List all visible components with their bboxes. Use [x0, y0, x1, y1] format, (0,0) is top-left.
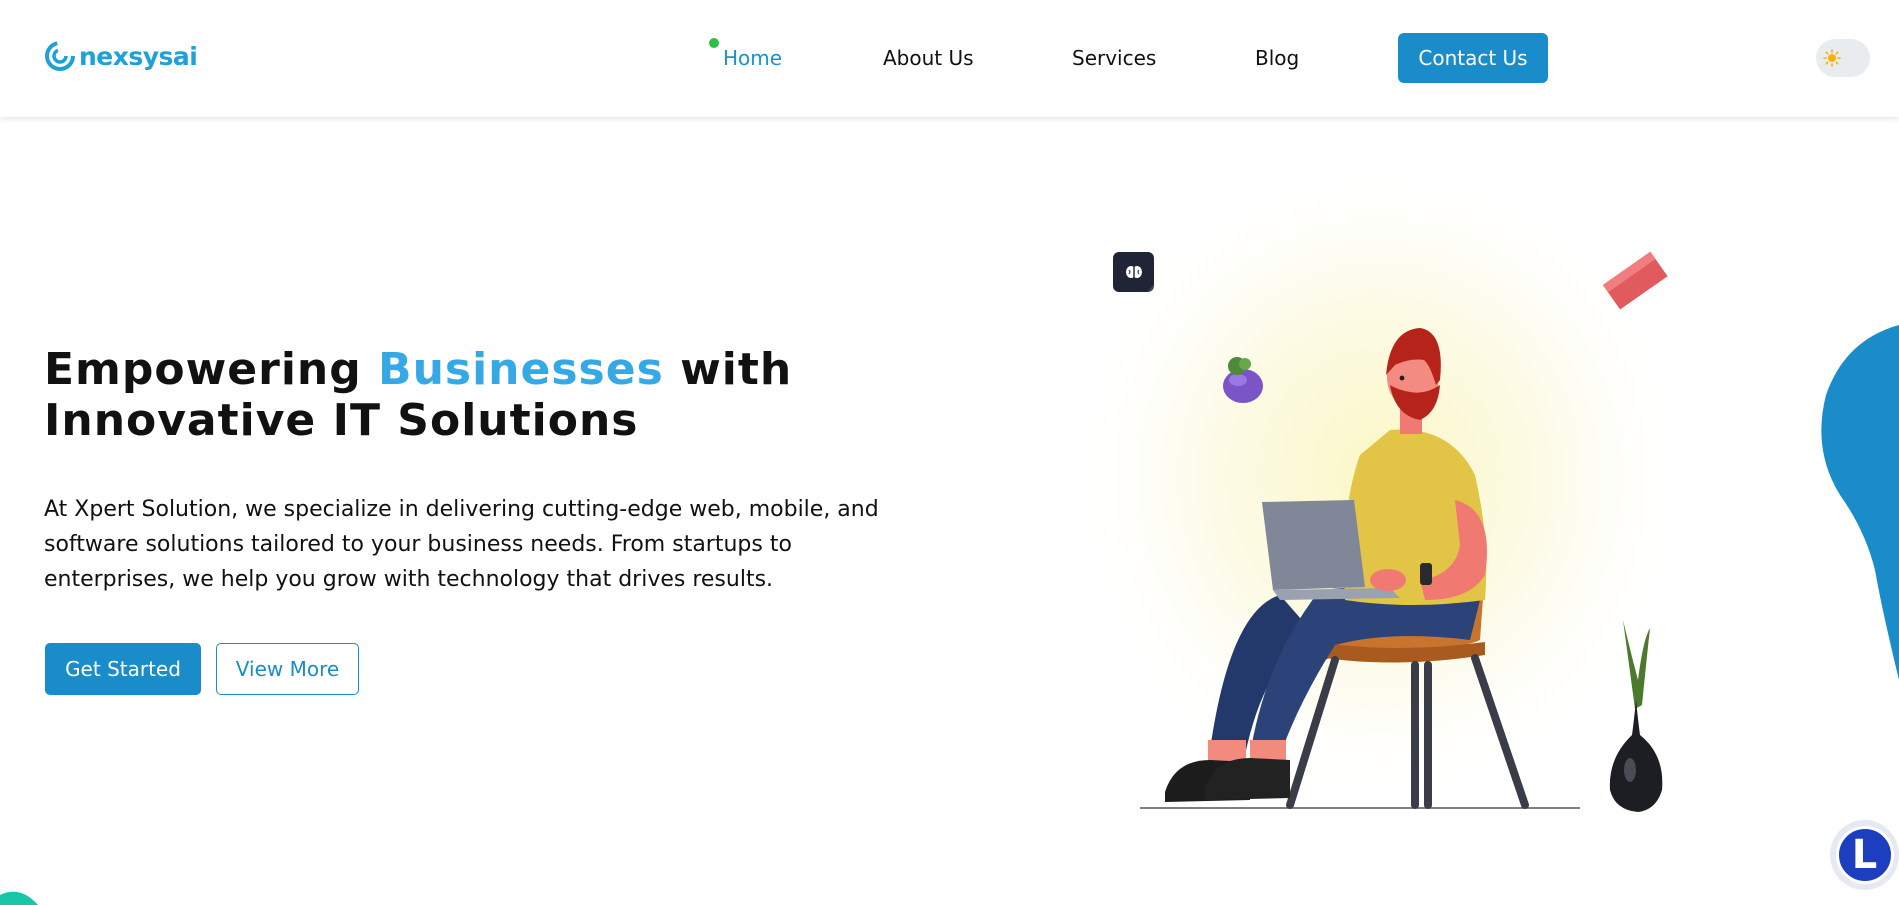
site-header: nexsysai Home About Us Services Blog Con… [0, 0, 1899, 117]
chat-widget-letter: L [1835, 826, 1894, 884]
brand-logo[interactable]: nexsysai [44, 40, 198, 72]
nav-services[interactable]: Services [1072, 46, 1156, 70]
logo-swirl-icon [45, 41, 75, 71]
contact-us-button[interactable]: Contact Us [1398, 33, 1548, 83]
view-more-button[interactable]: View More [216, 643, 359, 695]
get-started-button[interactable]: Get Started [45, 643, 201, 695]
nav-home[interactable]: Home [723, 46, 782, 70]
hero-title-end: with [663, 344, 793, 395]
hero-title-start: Empowering [44, 344, 379, 395]
active-indicator-dot [709, 38, 719, 48]
nav-blog[interactable]: Blog [1255, 46, 1299, 70]
hero-title: Empowering Businesses with Innovative IT … [44, 344, 944, 446]
person-with-laptop-illustration [1090, 180, 1690, 840]
hero-description: At Xpert Solution, we specialize in deli… [44, 497, 879, 592]
hero-title-accent: Businesses [378, 344, 664, 395]
theme-toggle[interactable] [1816, 39, 1870, 77]
decorative-corner-shape [0, 891, 38, 905]
brand-name: nexsysai [79, 41, 198, 71]
sun-icon [1823, 49, 1841, 67]
hero-title-line2: Innovative IT Solutions [44, 395, 639, 446]
decorative-blob [1821, 325, 1899, 680]
nav-about-us[interactable]: About Us [883, 46, 974, 70]
chat-widget-button[interactable]: L [1830, 820, 1899, 890]
